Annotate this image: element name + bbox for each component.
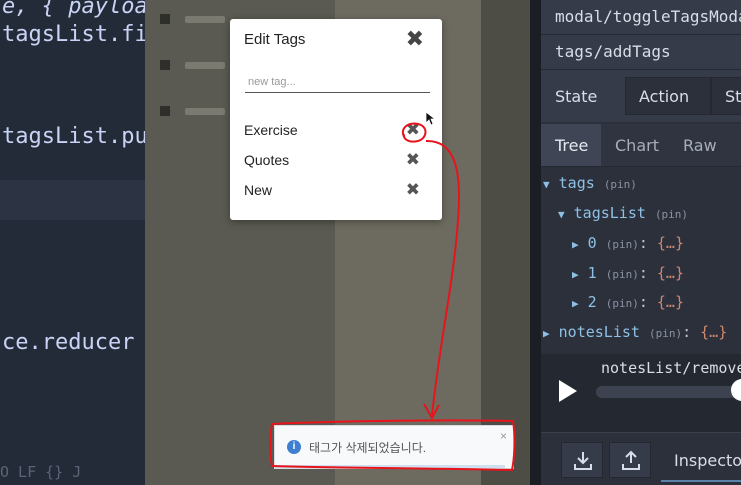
sidebar-item-placeholder xyxy=(185,108,225,115)
expand-arrow-icon[interactable]: ▼ xyxy=(543,178,550,191)
tab-label: St xyxy=(725,87,741,106)
code-line: tagsList.pu xyxy=(2,124,145,149)
tag-label: New xyxy=(244,182,273,198)
pin-link[interactable]: (pin) xyxy=(604,178,637,191)
edit-tags-modal: Edit Tags ✖ Exercise ✖ Quotes ✖ New ✖ xyxy=(230,19,442,220)
node-key: 1 xyxy=(587,264,597,282)
code-line: ce.reducer xyxy=(2,330,135,355)
devtools-footer: Inspecto xyxy=(541,432,741,485)
node-key: 0 xyxy=(587,234,597,252)
export-button[interactable] xyxy=(609,442,651,478)
pin-link[interactable]: (pin) xyxy=(606,268,639,281)
tab-action[interactable]: Action xyxy=(625,77,711,115)
toast-close-icon[interactable]: × xyxy=(500,429,507,443)
note-icon xyxy=(160,14,170,24)
collapse-arrow-icon[interactable]: ▶ xyxy=(572,297,579,310)
node-value: {…} xyxy=(700,323,728,341)
code-editor-pane[interactable]: e, { payloa tagsList.fi tagsList.pu ce.r… xyxy=(0,0,145,485)
tag-row: New ✖ xyxy=(244,180,426,202)
collapse-arrow-icon[interactable]: ▶ xyxy=(572,268,579,281)
trash-icon xyxy=(160,106,170,116)
play-icon[interactable] xyxy=(559,380,577,402)
tree-node-tags[interactable]: ▼ tags (pin) xyxy=(543,174,637,192)
delete-tag-icon[interactable]: ✖ xyxy=(406,180,420,200)
tag-row: Quotes ✖ xyxy=(244,150,426,172)
import-button[interactable] xyxy=(561,442,603,478)
tab-chart[interactable]: Chart xyxy=(601,124,669,166)
pin-link[interactable]: (pin) xyxy=(606,297,639,310)
upload-icon xyxy=(622,450,640,470)
tab-label: Action xyxy=(639,87,690,106)
tag-row: Exercise ✖ xyxy=(244,120,426,142)
tab-label: Tree xyxy=(555,136,589,155)
close-icon[interactable]: ✖ xyxy=(406,28,424,50)
toast-notification: i 태그가 삭제되었습니다. × xyxy=(274,425,514,469)
sidebar-item-placeholder xyxy=(185,62,225,69)
delete-tag-icon[interactable]: ✖ xyxy=(406,120,420,140)
delete-tag-icon[interactable]: ✖ xyxy=(406,150,420,170)
collapse-arrow-icon[interactable]: ▶ xyxy=(543,327,550,340)
redux-devtools-panel: modal/toggleTagsModal tags/addTags State… xyxy=(530,0,741,485)
archive-icon xyxy=(160,60,170,70)
state-tree: ▼ tags (pin) ▼ tagsList (pin) ▶ 0 (pin):… xyxy=(541,168,741,353)
node-key: 2 xyxy=(587,293,597,311)
code-line: tagsList.fi xyxy=(2,22,145,47)
app-edge xyxy=(481,0,530,485)
tab-tree[interactable]: Tree xyxy=(541,124,601,166)
tab-state[interactable]: St xyxy=(711,77,741,115)
active-tab-underline xyxy=(661,480,741,482)
tab-raw[interactable]: Raw xyxy=(669,124,729,166)
toast-message: 태그가 삭제되었습니다. xyxy=(309,441,427,455)
tree-node-tagslist[interactable]: ▼ tagsList (pin) xyxy=(558,204,688,222)
inspector-tab[interactable]: Inspecto xyxy=(674,451,741,470)
node-key: tagsList xyxy=(573,204,646,222)
state-label: State xyxy=(555,87,598,106)
node-key: notesList xyxy=(558,323,640,341)
view-tab-bar: Tree Chart Raw xyxy=(541,124,741,167)
tag-label: Quotes xyxy=(244,152,290,168)
mouse-cursor-icon xyxy=(425,111,435,126)
pin-link[interactable]: (pin) xyxy=(649,327,682,340)
collapse-arrow-icon[interactable]: ▶ xyxy=(572,238,579,251)
current-line-highlight xyxy=(0,180,145,220)
action-list-item[interactable]: tags/addTags xyxy=(541,35,741,70)
slider-track[interactable] xyxy=(596,386,741,398)
info-icon: i xyxy=(287,440,301,454)
tree-node-item[interactable]: ▶ 2 (pin): {…} xyxy=(572,293,684,311)
node-value: {…} xyxy=(656,293,684,311)
action-list-item[interactable]: modal/toggleTagsModal xyxy=(541,0,741,35)
editor-statusbar: O LF {} J xyxy=(0,463,82,481)
monitor-tab-bar: State Action St xyxy=(541,70,741,122)
pin-link[interactable]: (pin) xyxy=(655,208,688,221)
tab-label: Chart xyxy=(615,136,659,155)
expand-arrow-icon[interactable]: ▼ xyxy=(558,208,565,221)
pin-link[interactable]: (pin) xyxy=(606,238,639,251)
new-tag-input[interactable] xyxy=(245,76,430,93)
toast-progress-bar xyxy=(275,465,505,468)
node-key: tags xyxy=(558,174,595,192)
action-name: tags/addTags xyxy=(555,42,671,61)
tree-node-item[interactable]: ▶ 0 (pin): {…} xyxy=(572,234,684,252)
download-icon xyxy=(574,452,592,470)
tab-label: Raw xyxy=(683,136,717,155)
action-slider: notesList/remove xyxy=(541,354,741,432)
tree-node-noteslist[interactable]: ▶ notesList (pin): {…} xyxy=(543,323,727,341)
node-value: {…} xyxy=(656,264,684,282)
node-value: {…} xyxy=(656,234,684,252)
tree-node-item[interactable]: ▶ 1 (pin): {…} xyxy=(572,264,684,282)
slider-action-name: notesList/remove xyxy=(601,359,741,377)
modal-title: Edit Tags xyxy=(244,31,306,48)
code-line: e, { payloa xyxy=(2,0,145,19)
tag-label: Exercise xyxy=(244,122,298,138)
panel-divider[interactable] xyxy=(530,0,541,485)
sidebar-item-placeholder xyxy=(185,16,225,23)
action-name: modal/toggleTagsModal xyxy=(555,7,741,26)
